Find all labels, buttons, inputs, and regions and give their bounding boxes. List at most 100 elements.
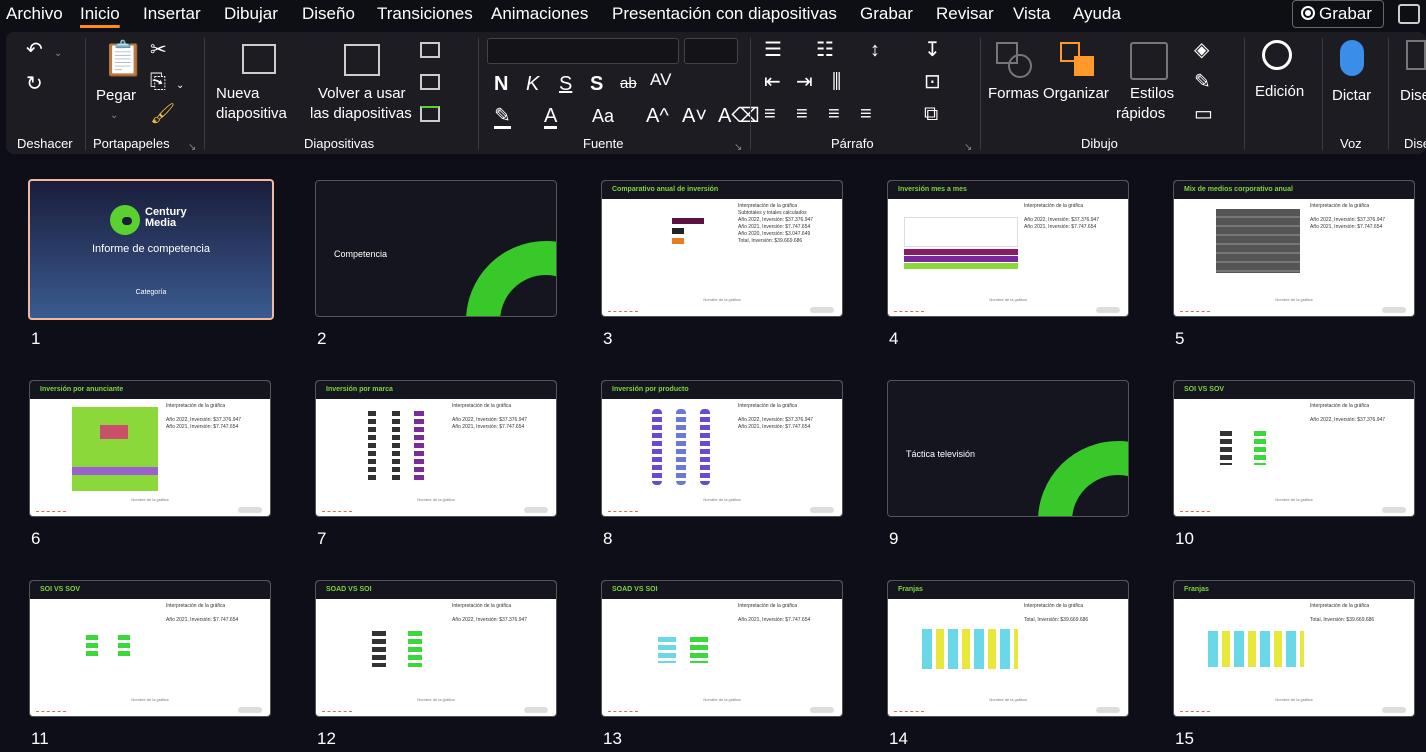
- slide-source: Nombre de la gráfica: [1275, 697, 1313, 702]
- line-spacing-icon[interactable]: ↕: [870, 40, 880, 60]
- quick-styles-label-1[interactable]: Estilos: [1130, 84, 1174, 104]
- shapes-label[interactable]: Formas: [988, 84, 1039, 104]
- align-right-icon[interactable]: ≡: [828, 104, 840, 124]
- editing-label[interactable]: Edición: [1255, 82, 1304, 102]
- new-slide-label-1[interactable]: Nueva: [216, 84, 259, 104]
- paste-dropdown-icon[interactable]: ⌄: [110, 106, 118, 126]
- undo-dropdown-icon[interactable]: ⌄: [54, 44, 62, 64]
- slide-thumbnail[interactable]: Competencia: [315, 180, 557, 317]
- menu-insertar[interactable]: Insertar: [143, 4, 201, 24]
- shape-effects-icon[interactable]: ▭: [1194, 104, 1213, 124]
- numbering-icon[interactable]: ☷: [816, 40, 834, 60]
- slide-thumbnail[interactable]: Inversión mes a mes Interpretación de la…: [887, 180, 1129, 317]
- menu-inicio[interactable]: Inicio: [80, 4, 120, 24]
- slide-thumbnail[interactable]: Comparativo anual de inversión Interpret…: [601, 180, 843, 317]
- bold-button[interactable]: N: [494, 74, 508, 94]
- new-slide-icon[interactable]: [242, 44, 276, 74]
- reuse-slides-label-2[interactable]: las diapositivas: [310, 104, 412, 124]
- arrange-label[interactable]: Organizar: [1043, 84, 1109, 104]
- strikethrough-button[interactable]: ab: [620, 74, 637, 94]
- paragraph-launcher-icon[interactable]: ↘: [964, 138, 972, 158]
- paste-icon[interactable]: 📋: [102, 42, 144, 76]
- format-painter-icon[interactable]: 🖌: [150, 104, 175, 124]
- text-direction-icon[interactable]: ↧: [924, 40, 941, 60]
- smartart-icon[interactable]: ⧉: [924, 104, 938, 124]
- copy-icon[interactable]: ⎘: [150, 72, 166, 92]
- change-case-button[interactable]: Aa: [592, 106, 614, 126]
- comments-icon[interactable]: [1398, 4, 1420, 24]
- slide-thumbnail[interactable]: Táctica televisión: [887, 380, 1129, 517]
- menu-animaciones[interactable]: Animaciones: [491, 4, 588, 24]
- font-color-icon[interactable]: A: [544, 106, 558, 129]
- record-button[interactable]: Grabar: [1292, 0, 1384, 28]
- slide-text: Interpretación de la gráfica: [166, 603, 226, 609]
- slide-thumbnail[interactable]: Franjas Interpretación de la gráfica Tot…: [1173, 580, 1415, 717]
- quick-styles-label-2[interactable]: rápidos: [1116, 104, 1165, 124]
- slide-text: Subtotales y totales calculados: [738, 210, 807, 216]
- layout-icon[interactable]: [420, 42, 440, 58]
- slide-thumbnail[interactable]: SOAD VS SOI Interpretación de la gráfica…: [315, 580, 557, 717]
- quick-styles-icon[interactable]: [1130, 42, 1168, 80]
- arrange-icon[interactable]: [1060, 42, 1096, 78]
- decrease-indent-icon[interactable]: ⇤: [764, 72, 781, 92]
- columns-icon[interactable]: ⫼: [832, 72, 841, 92]
- clear-format-icon[interactable]: A⌫: [718, 106, 760, 126]
- underline-button[interactable]: S: [559, 74, 572, 94]
- cut-icon[interactable]: ✂: [150, 40, 167, 60]
- slide-thumbnail[interactable]: SOI VS SOV Interpretación de la gráfica …: [29, 580, 271, 717]
- font-size-dropdown[interactable]: [684, 38, 738, 64]
- char-spacing-button[interactable]: AV: [650, 70, 671, 90]
- menu-grabar[interactable]: Grabar: [860, 4, 913, 24]
- font-name-dropdown[interactable]: [487, 38, 679, 64]
- undo-icon[interactable]: ↶: [26, 40, 43, 60]
- menu-archivo[interactable]: Archivo: [6, 4, 63, 24]
- shape-outline-icon[interactable]: ✎: [1194, 72, 1211, 92]
- align-text-icon[interactable]: ⊡: [924, 72, 941, 92]
- align-center-icon[interactable]: ≡: [796, 104, 808, 124]
- slide-sorter: Century Media Informe de competencia Cat…: [0, 160, 1426, 752]
- section-icon[interactable]: [420, 106, 440, 122]
- align-left-icon[interactable]: ≡: [764, 104, 776, 124]
- menu-presentacion[interactable]: Presentación con diapositivas: [612, 4, 837, 24]
- justify-icon[interactable]: ≡: [860, 104, 872, 124]
- shape-fill-icon[interactable]: ◈: [1194, 40, 1209, 60]
- new-slide-label-2[interactable]: diapositiva: [216, 104, 287, 124]
- menu-vista[interactable]: Vista: [1013, 4, 1051, 24]
- dictate-label[interactable]: Dictar: [1332, 86, 1371, 106]
- menu-diseno[interactable]: Diseño: [302, 4, 355, 24]
- copy-dropdown-icon[interactable]: ⌄: [176, 76, 184, 96]
- clipboard-launcher-icon[interactable]: ↘: [188, 138, 196, 158]
- redo-icon[interactable]: ↻: [26, 74, 43, 94]
- slide-thumbnail[interactable]: Inversión por marca Interpretación de la…: [315, 380, 557, 517]
- menu-ayuda[interactable]: Ayuda: [1073, 4, 1121, 24]
- slide-thumbnail[interactable]: SOI VS SOV Interpretación de la gráfica …: [1173, 380, 1415, 517]
- slide-thumbnail[interactable]: Mix de medios corporativo anual Interpre…: [1173, 180, 1415, 317]
- reset-icon[interactable]: [420, 74, 440, 90]
- italic-button[interactable]: K: [526, 74, 539, 94]
- shapes-icon[interactable]: [996, 42, 1032, 78]
- designer-icon[interactable]: [1406, 40, 1426, 70]
- reuse-slides-label-1[interactable]: Volver a usar: [318, 84, 406, 104]
- increase-indent-icon[interactable]: ⇥: [796, 72, 813, 92]
- menu-transiciones[interactable]: Transiciones: [377, 4, 473, 24]
- shrink-font-icon[interactable]: A˅: [682, 106, 707, 126]
- shadow-button[interactable]: S: [590, 74, 603, 94]
- reuse-slides-icon[interactable]: [344, 44, 380, 76]
- bullets-icon[interactable]: ☰: [764, 40, 782, 60]
- slide-thumbnail[interactable]: Franjas Interpretación de la gráfica Tot…: [887, 580, 1129, 717]
- menu-revisar[interactable]: Revisar: [936, 4, 994, 24]
- search-icon[interactable]: [1262, 40, 1292, 70]
- highlight-icon[interactable]: ✎: [494, 106, 511, 129]
- designer-label[interactable]: Dise: [1400, 86, 1426, 106]
- paste-label[interactable]: Pegar: [96, 86, 136, 106]
- separator: [85, 38, 86, 150]
- slide-thumbnail[interactable]: Inversión por anunciante Interpretación …: [29, 380, 271, 517]
- slide-thumbnail[interactable]: SOAD VS SOI Interpretación de la gráfica…: [601, 580, 843, 717]
- menu-dibujar[interactable]: Dibujar: [224, 4, 278, 24]
- slide-thumbnail[interactable]: Inversión por producto Interpretación de…: [601, 380, 843, 517]
- font-launcher-icon[interactable]: ↘: [734, 138, 742, 158]
- slide-title: Táctica televisión: [906, 449, 976, 459]
- slide-thumbnail[interactable]: Century Media Informe de competencia Cat…: [28, 179, 274, 320]
- microphone-icon[interactable]: [1340, 40, 1364, 76]
- grow-font-icon[interactable]: A^: [646, 106, 669, 126]
